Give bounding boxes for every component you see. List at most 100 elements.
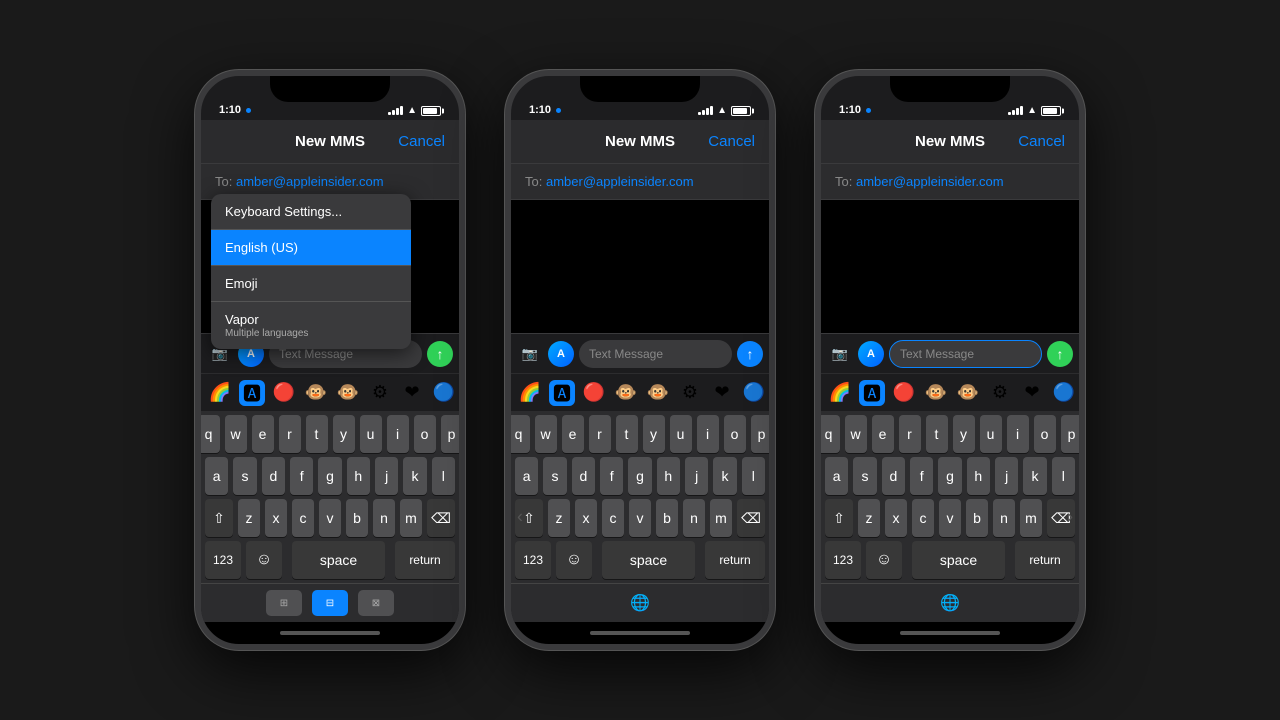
app-icon-2[interactable]: A — [548, 341, 574, 367]
key-b-3[interactable]: b — [966, 499, 988, 537]
key-space-3[interactable]: space — [912, 541, 1005, 579]
key-r-2[interactable]: r — [589, 415, 611, 453]
dropdown-english-us[interactable]: English (US) — [211, 230, 411, 266]
key-q-2[interactable]: q — [508, 415, 530, 453]
text-input-3[interactable]: Text Message — [889, 340, 1042, 368]
key-w-1[interactable]: w — [225, 415, 247, 453]
key-j-2[interactable]: j — [685, 457, 708, 495]
emoji-icon-3-0[interactable]: 🌈 — [827, 380, 853, 406]
key-g-3[interactable]: g — [938, 457, 961, 495]
key-t-3[interactable]: t — [926, 415, 948, 453]
key-n-1[interactable]: n — [373, 499, 395, 537]
emoji-icon-3-1[interactable]: 🅰 — [859, 380, 885, 406]
key-o-1[interactable]: o — [414, 415, 436, 453]
cancel-button-3[interactable]: Cancel — [1018, 133, 1065, 150]
emoji-icon-1-1[interactable]: 🅰 — [239, 380, 265, 406]
key-k-2[interactable]: k — [713, 457, 736, 495]
kb-type-btn-1-2[interactable]: ⊠ — [358, 590, 394, 616]
message-area-2[interactable] — [511, 200, 769, 333]
key-m-1[interactable]: m — [400, 499, 422, 537]
key-w-2[interactable]: w — [535, 415, 557, 453]
key-r-3[interactable]: r — [899, 415, 921, 453]
key-shift-1[interactable]: ⇧ — [205, 499, 233, 537]
key-a-2[interactable]: a — [515, 457, 538, 495]
key-f-3[interactable]: f — [910, 457, 933, 495]
globe-btn-2[interactable]: 🌐 — [622, 590, 658, 616]
emoji-icon-2-4[interactable]: 🐵 — [645, 380, 671, 406]
emoji-icon-3-5[interactable]: ⚙ — [987, 380, 1013, 406]
key-t-2[interactable]: t — [616, 415, 638, 453]
emoji-icon-1-2[interactable]: 🔴 — [271, 380, 297, 406]
kb-type-btn-1-1[interactable]: ⊟ — [312, 590, 348, 616]
key-q-1[interactable]: q — [198, 415, 220, 453]
key-x-3[interactable]: x — [885, 499, 907, 537]
key-d-2[interactable]: d — [572, 457, 595, 495]
key-y-2[interactable]: y — [643, 415, 665, 453]
key-123-2[interactable]: 123 — [515, 541, 551, 579]
key-emoji-3[interactable]: ☺ — [866, 541, 902, 579]
key-return-3[interactable]: return — [1015, 541, 1075, 579]
key-w-3[interactable]: w — [845, 415, 867, 453]
key-x-1[interactable]: x — [265, 499, 287, 537]
emoji-icon-2-2[interactable]: 🔴 — [581, 380, 607, 406]
emoji-icon-1-6[interactable]: ❤ — [399, 380, 425, 406]
emoji-icon-3-4[interactable]: 🐵 — [955, 380, 981, 406]
emoji-icon-2-5[interactable]: ⚙ — [677, 380, 703, 406]
dropdown-emoji[interactable]: Emoji — [211, 266, 411, 302]
key-x-2[interactable]: x — [575, 499, 597, 537]
emoji-icon-3-2[interactable]: 🔴 — [891, 380, 917, 406]
key-m-3[interactable]: m — [1020, 499, 1042, 537]
send-button-3[interactable]: ↑ — [1047, 341, 1073, 367]
emoji-icon-2-3[interactable]: 🐵 — [613, 380, 639, 406]
emoji-icon-3-6[interactable]: ❤ — [1019, 380, 1045, 406]
message-area-3[interactable] — [821, 200, 1079, 333]
key-f-1[interactable]: f — [290, 457, 313, 495]
key-h-3[interactable]: h — [967, 457, 990, 495]
key-u-1[interactable]: u — [360, 415, 382, 453]
key-k-1[interactable]: k — [403, 457, 426, 495]
key-v-1[interactable]: v — [319, 499, 341, 537]
globe-btn-3[interactable]: 🌐 — [932, 590, 968, 616]
key-emoji-2[interactable]: ☺ — [556, 541, 592, 579]
key-d-1[interactable]: d — [262, 457, 285, 495]
key-v-2[interactable]: v — [629, 499, 651, 537]
key-p-3[interactable]: p — [1061, 415, 1083, 453]
key-g-2[interactable]: g — [628, 457, 651, 495]
key-y-1[interactable]: y — [333, 415, 355, 453]
key-s-3[interactable]: s — [853, 457, 876, 495]
key-a-3[interactable]: a — [825, 457, 848, 495]
emoji-icon-1-3[interactable]: 🐵 — [303, 380, 329, 406]
send-button-1[interactable]: ↑ — [427, 341, 453, 367]
key-t-1[interactable]: t — [306, 415, 328, 453]
key-v-3[interactable]: v — [939, 499, 961, 537]
key-z-1[interactable]: z — [238, 499, 260, 537]
emoji-icon-2-6[interactable]: ❤ — [709, 380, 735, 406]
cancel-button-1[interactable]: Cancel — [398, 133, 445, 150]
send-button-2[interactable]: ↑ — [737, 341, 763, 367]
emoji-icon-3-7[interactable]: 🔵 — [1051, 380, 1077, 406]
key-h-2[interactable]: h — [657, 457, 680, 495]
text-input-2[interactable]: Text Message — [579, 340, 732, 368]
key-d-3[interactable]: d — [882, 457, 905, 495]
key-c-2[interactable]: c — [602, 499, 624, 537]
cancel-button-2[interactable]: Cancel — [708, 133, 755, 150]
emoji-icon-2-1[interactable]: 🅰 — [549, 380, 575, 406]
emoji-icon-3-3[interactable]: 🐵 — [923, 380, 949, 406]
app-icon-3[interactable]: A — [858, 341, 884, 367]
key-i-1[interactable]: i — [387, 415, 409, 453]
emoji-icon-1-0[interactable]: 🌈 — [207, 380, 233, 406]
key-r-1[interactable]: r — [279, 415, 301, 453]
key-c-3[interactable]: c — [912, 499, 934, 537]
kb-type-btn-1-0[interactable]: ⊞ — [266, 590, 302, 616]
key-k-3[interactable]: k — [1023, 457, 1046, 495]
key-123-3[interactable]: 123 — [825, 541, 861, 579]
key-l-3[interactable]: l — [1052, 457, 1075, 495]
camera-icon-3[interactable]: 📷 — [827, 341, 853, 367]
key-j-3[interactable]: j — [995, 457, 1018, 495]
key-o-2[interactable]: o — [724, 415, 746, 453]
emoji-icon-2-0[interactable]: 🌈 — [517, 380, 543, 406]
key-h-1[interactable]: h — [347, 457, 370, 495]
key-delete-1[interactable]: ⌫ — [427, 499, 455, 537]
camera-icon-2[interactable]: 📷 — [517, 341, 543, 367]
key-return-1[interactable]: return — [395, 541, 455, 579]
